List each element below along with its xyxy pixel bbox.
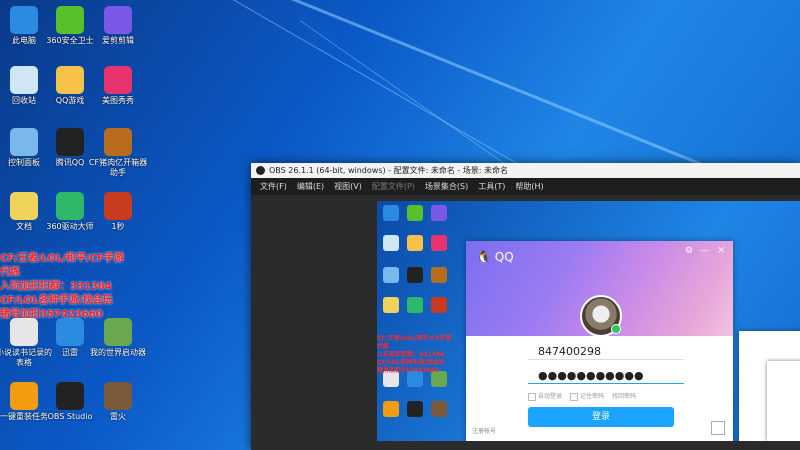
login-button[interactable]: 登录 [528,407,674,427]
jianying-icon [104,6,132,34]
obs-menu-item: 配置文件(P) [371,182,415,191]
qq-icon [56,128,84,156]
obs-menu-item[interactable]: 文件(F) [255,178,292,195]
obs-logo-icon [256,166,265,175]
desktop-icon[interactable]: 我的世界启动器 [88,318,148,358]
minimize-icon[interactable]: — [700,246,709,256]
meitu-icon [104,66,132,94]
preview-flashjet-icon [383,401,399,417]
cf-icon [104,128,132,156]
obs-menu-item[interactable]: 视图(V) [329,178,367,195]
desktop-icon-label: CF猪肉亿开箱器助手 [88,158,148,177]
preview-jianying-icon [431,205,447,221]
promo-text: CF/王者/LOL/和平/CF手游代练 入坑加扣扣群：331384 CF/LOL… [0,252,130,322]
login-options: 自动登录 记住密码 找回密码 [528,391,636,401]
checkbox-icon [528,392,536,401]
obs-window[interactable]: OBS 26.1.1 (64-bit, windows) - 配置文件: 未命名… [251,163,800,450]
preview-game-icon [431,297,447,313]
auto-login-checkbox[interactable]: 自动登录 [528,391,562,401]
promo-line: CF/LOL各种手游/找会玩 [0,295,113,306]
preview-document-icon [383,297,399,313]
preview-promo-line: 猪号加扣357423660 [377,367,439,374]
checkbox-icon [570,392,579,401]
desktop-icon[interactable]: 1秒 [88,192,148,232]
recycle-bin-icon [10,66,38,94]
obs-menu-item[interactable]: 场景集合(S) [420,178,473,195]
preview-promo: CF/王者/LOL/和平/CF手游代练 入坑加扣扣群：331384 CF/LOL… [377,335,452,375]
preview-meitu-icon [431,235,447,251]
obs-canvas: CF/王者/LOL/和平/CF手游代练 入坑加扣扣群：331384 CF/LOL… [251,195,800,450]
obs-menu-item[interactable]: 编辑(E) [292,178,329,195]
register-link[interactable]: 注册帐号 [472,426,496,435]
account-value: 847400298 [538,345,601,358]
preview-downloader-icon [407,297,423,313]
document-icon [10,192,38,220]
qq-brand: 🐧 QQ [476,250,514,264]
preview-security-icon [407,205,423,221]
game-icon [104,192,132,220]
avatar[interactable] [580,295,622,337]
qq-brand-text: QQ [494,250,514,264]
desktop-icon-label: 爱剪剪辑 [102,36,134,45]
password-value: ●●●●●●●●●●● [538,369,644,382]
doc-file-icon [10,318,38,346]
qq-header: 🐧 QQ ⚙ — ✕ [466,241,733,337]
desktop-icon-label: 我的世界启动器 [90,348,146,357]
qq-login-window[interactable]: 🐧 QQ ⚙ — ✕ 847400298 ●●●●●●●●●●● 自动登录 记住… [466,241,733,441]
preview-game2-icon [431,401,447,417]
obs-title-text: OBS 26.1.1 (64-bit, windows) - 配置文件: 未命名… [269,166,509,175]
desktop-icon[interactable]: CF猪肉亿开箱器助手 [88,128,148,178]
preview-cf-icon [431,267,447,283]
promo-line: 猪号加扣357423660 [0,309,103,320]
obs-title-bar[interactable]: OBS 26.1.1 (64-bit, windows) - 配置文件: 未命名… [251,163,800,178]
flashjet-icon [10,382,38,410]
preview-qq-icon [407,267,423,283]
preview-promo-line: CF/LOL各种手游/找会玩 [377,359,445,366]
preview-qq-game-icon [407,235,423,251]
desktop-icon[interactable]: 雷火 [88,382,148,422]
online-status-icon [611,324,621,334]
desktop-icon-label: 美图秀秀 [102,96,134,105]
settings-icon[interactable]: ⚙ [685,246,693,256]
this-pc-icon [10,6,38,34]
close-icon[interactable]: ✕ [717,246,725,256]
obs-menu-bar: 文件(F) 编辑(E) 视图(V) 配置文件(P) 场景集合(S) 工具(T) 帮助(H) [251,178,800,195]
remember-password-checkbox[interactable]: 记住密码 [570,391,604,401]
minecraft-icon [104,318,132,346]
promo-line: 入坑加扣扣群：331384 [0,281,112,292]
obs-preview[interactable]: CF/王者/LOL/和平/CF手游代练 入坑加扣扣群：331384 CF/LOL… [377,201,800,441]
desktop-icon[interactable]: 爱剪剪辑 [88,6,148,46]
remember-password-label: 记住密码 [580,393,605,400]
password-field[interactable]: ●●●●●●●●●●● [528,368,684,384]
find-password-link[interactable]: 找回密码 [612,391,636,401]
control-panel-icon [10,128,38,156]
preview-promo-line: CF/王者/LOL/和平/CF手游代练 [377,335,452,350]
xunlei-icon [56,318,84,346]
desktop-icon-label: 雷火 [110,412,126,421]
preview-this-pc-icon [383,205,399,221]
obs-menu-item[interactable]: 帮助(H) [510,178,548,195]
desktop-icon-label: 1秒 [111,222,125,231]
promo-line: CF/王者/LOL/和平/CF手游代练 [0,253,124,278]
game2-icon [104,382,132,410]
qr-code-icon[interactable] [711,421,725,435]
account-field[interactable]: 847400298 [528,344,684,360]
downloader-icon [56,192,84,220]
stacked-window [767,361,800,441]
security-icon [56,6,84,34]
preview-obs-icon [407,401,423,417]
preview-promo-line: 入坑加扣扣群：331384 [377,351,445,358]
qq-game-icon [56,66,84,94]
obs-menu-item[interactable]: 工具(T) [473,178,510,195]
preview-recycle-bin-icon [383,235,399,251]
obs-icon [56,382,84,410]
preview-control-panel-icon [383,267,399,283]
auto-login-label: 自动登录 [538,393,563,400]
desktop-icon[interactable]: 美图秀秀 [88,66,148,106]
